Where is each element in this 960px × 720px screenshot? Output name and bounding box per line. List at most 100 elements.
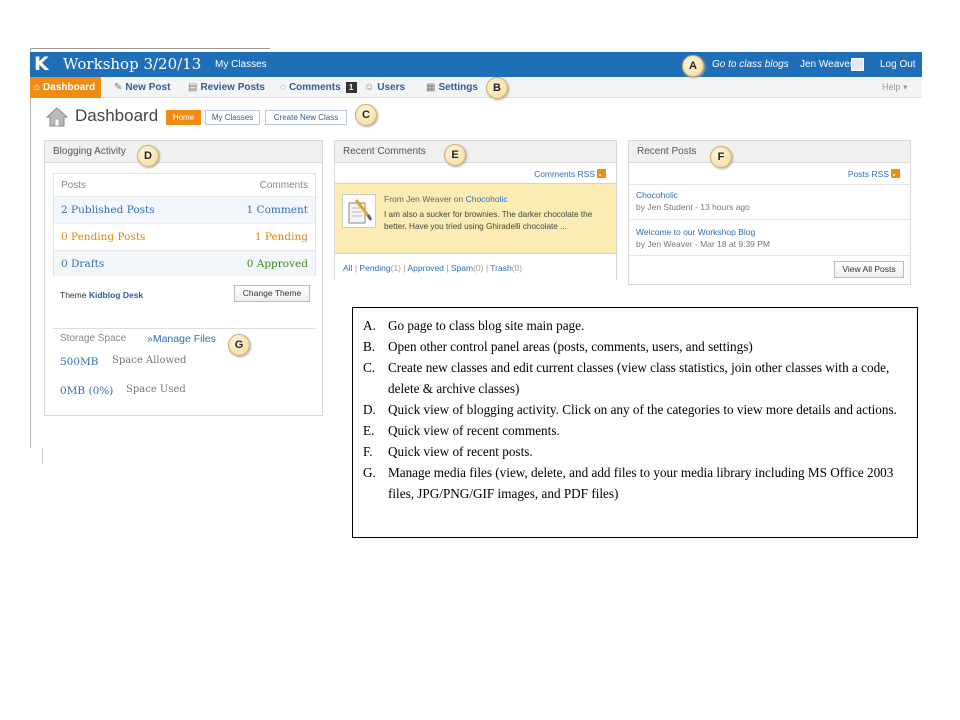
nav-settings[interactable]: ▦ Settings xyxy=(426,81,478,95)
logout-link[interactable]: Log Out xyxy=(880,59,916,70)
callout-g: G xyxy=(228,334,250,356)
recent-posts-panel: Recent Posts Posts RSS Chocoholic by Jen… xyxy=(628,140,911,285)
posts-rss-link[interactable]: Posts RSS xyxy=(848,169,889,179)
pages-icon: ▤ xyxy=(188,82,198,93)
filter-all[interactable]: All xyxy=(343,263,352,273)
nav-dashboard[interactable]: ⌂ Dashboard xyxy=(30,77,102,98)
control-panel-nav: ⌂ Dashboard ✎ New Post ▤ Review Posts ◌ Comm… xyxy=(30,77,922,98)
nav-new-post[interactable]: ✎ New Post xyxy=(114,81,170,95)
legend-item: E. Quick view of recent comments. xyxy=(363,420,907,441)
legend-text: Quick view of recent comments. xyxy=(388,423,560,438)
comments-rss[interactable]: Comments RSS xyxy=(534,169,606,179)
legend-item: F. Quick view of recent posts. xyxy=(363,441,907,462)
legend-box: A. Go page to class blog site main page. … xyxy=(352,307,918,538)
posts-column-header: Posts xyxy=(61,180,87,191)
space-used-label: Space Used xyxy=(126,384,186,395)
table-row[interactable]: 0 Drafts 0 Approved xyxy=(54,250,315,276)
settings-icon: ▦ xyxy=(426,82,436,93)
nav-users[interactable]: ☺ Users xyxy=(364,81,405,95)
comment-item[interactable]: From Jen Weaver on Chocoholic I am also … xyxy=(335,183,616,254)
avatar[interactable] xyxy=(851,58,864,71)
frame-left-line xyxy=(30,48,31,448)
frame-top-line xyxy=(30,48,270,49)
users-icon: ☺ xyxy=(364,82,375,93)
legend-item: C. Create new classes and edit current cl… xyxy=(363,357,907,399)
filter-separator: | xyxy=(403,263,406,273)
my-classes-link[interactable]: My Classes xyxy=(215,59,267,70)
filter-separator: | xyxy=(485,263,489,273)
legend-letter: G. xyxy=(363,465,376,480)
theme-name-link[interactable]: Kidblog Desk xyxy=(89,290,143,300)
filter-trash-count: (0) xyxy=(511,263,523,273)
storage-label: Storage Space xyxy=(60,333,127,344)
pending-posts-link[interactable]: 0 Pending Posts xyxy=(61,231,145,243)
filter-trash[interactable]: Trash xyxy=(490,263,511,273)
my-classes-button[interactable]: My Classes xyxy=(205,110,260,125)
list-item[interactable]: Welcome to our Workshop Blog by Jen Weav… xyxy=(629,219,910,256)
frame-left-line-lower xyxy=(42,448,43,464)
filter-spam-count: (0) xyxy=(473,263,484,273)
change-theme-button[interactable]: Change Theme xyxy=(234,285,310,302)
filter-approved[interactable]: Approved xyxy=(408,263,444,273)
filter-pending[interactable]: Pending xyxy=(359,263,390,273)
help-menu[interactable]: Help ▾ xyxy=(882,82,908,93)
legend-text: Quick view of blogging activity. Click o… xyxy=(388,402,897,417)
legend-item: G. Manage media files (view, delete, and … xyxy=(363,462,907,504)
filter-pending-count: (1) xyxy=(390,263,402,273)
theme-prefix: Theme xyxy=(60,290,87,300)
comments-column-header: Comments xyxy=(259,180,308,191)
posts-rss[interactable]: Posts RSS xyxy=(848,169,900,179)
comment-post-link[interactable]: Chocoholic xyxy=(466,194,508,204)
comment-from: From Jen Weaver on xyxy=(384,194,464,204)
comments-count-link[interactable]: 1 Comment xyxy=(247,204,308,216)
legend-text: Go page to class blog site main page. xyxy=(388,318,585,333)
filter-separator: | xyxy=(446,263,449,273)
published-posts-link[interactable]: 2 Published Posts xyxy=(61,204,155,216)
legend-letter: F. xyxy=(363,444,373,459)
post-title-link[interactable]: Welcome to our Workshop Blog xyxy=(636,227,755,237)
site-title[interactable]: Workshop 3/20/13 xyxy=(63,55,201,74)
space-allowed-label: Space Allowed xyxy=(112,355,187,366)
space-used-value: 0MB (0%) xyxy=(60,385,114,397)
panel-title: Recent Comments xyxy=(335,141,616,163)
create-new-class-button[interactable]: Create New Class xyxy=(265,110,347,125)
home-button[interactable]: Home xyxy=(166,110,201,125)
list-item[interactable]: Chocoholic by Jen Student - 13 hours ago xyxy=(629,184,910,219)
table-row[interactable]: 0 Pending Posts 1 Pending xyxy=(54,223,315,250)
drafts-link[interactable]: 0 Drafts xyxy=(61,258,104,270)
filter-spam[interactable]: Spam xyxy=(451,263,473,273)
comment-author-avatar-icon xyxy=(342,194,376,228)
rss-icon xyxy=(891,169,900,178)
home-icon: ⌂ xyxy=(34,82,41,93)
recent-comments-panel: Recent Comments Comments RSS From Jen We… xyxy=(334,140,617,280)
legend-letter: A. xyxy=(363,318,376,333)
panel-title: Blogging Activity xyxy=(45,141,322,163)
top-bar: K Workshop 3/20/13 My Classes Go to clas… xyxy=(30,52,922,77)
comments-rss-link[interactable]: Comments RSS xyxy=(534,169,595,179)
post-title-link[interactable]: Chocoholic xyxy=(636,190,678,200)
nav-settings-label: Settings xyxy=(438,82,478,93)
comments-count-badge: 1 xyxy=(345,82,357,93)
legend-letter: B. xyxy=(363,339,376,354)
legend-item: D. Quick view of blogging activity. Click… xyxy=(363,399,907,420)
callout-f: F xyxy=(710,146,732,168)
kidblog-logo[interactable]: K xyxy=(34,55,52,74)
pending-comments-link[interactable]: 1 Pending xyxy=(255,231,308,243)
go-to-class-blogs-link[interactable]: Go to class blogs xyxy=(712,59,789,70)
post-meta: by Jen Weaver - Mar 18 at 9:39 PM xyxy=(636,239,771,249)
view-all-posts-button[interactable]: View All Posts xyxy=(834,261,904,278)
legend-text: Manage media files (view, delete, and ad… xyxy=(388,465,894,501)
legend-item: B. Open other control panel areas (posts,… xyxy=(363,336,907,357)
post-meta: by Jen Student - 13 hours ago xyxy=(636,202,750,212)
divider xyxy=(53,328,316,329)
nav-comments[interactable]: ◌ Comments 1 xyxy=(280,81,360,95)
dashboard-home-icon xyxy=(46,107,68,127)
approved-comments-link[interactable]: 0 Approved xyxy=(247,258,308,270)
manage-files-link[interactable]: »Manage Files xyxy=(147,333,216,345)
nav-new-post-label: New Post xyxy=(125,82,171,93)
rss-icon xyxy=(597,169,606,178)
nav-review-posts[interactable]: ▤ Review Posts xyxy=(188,81,265,95)
user-name[interactable]: Jen Weaver xyxy=(800,59,853,70)
table-row[interactable]: 2 Published Posts 1 Comment xyxy=(54,196,315,223)
legend-text: Quick view of recent posts. xyxy=(388,444,533,459)
